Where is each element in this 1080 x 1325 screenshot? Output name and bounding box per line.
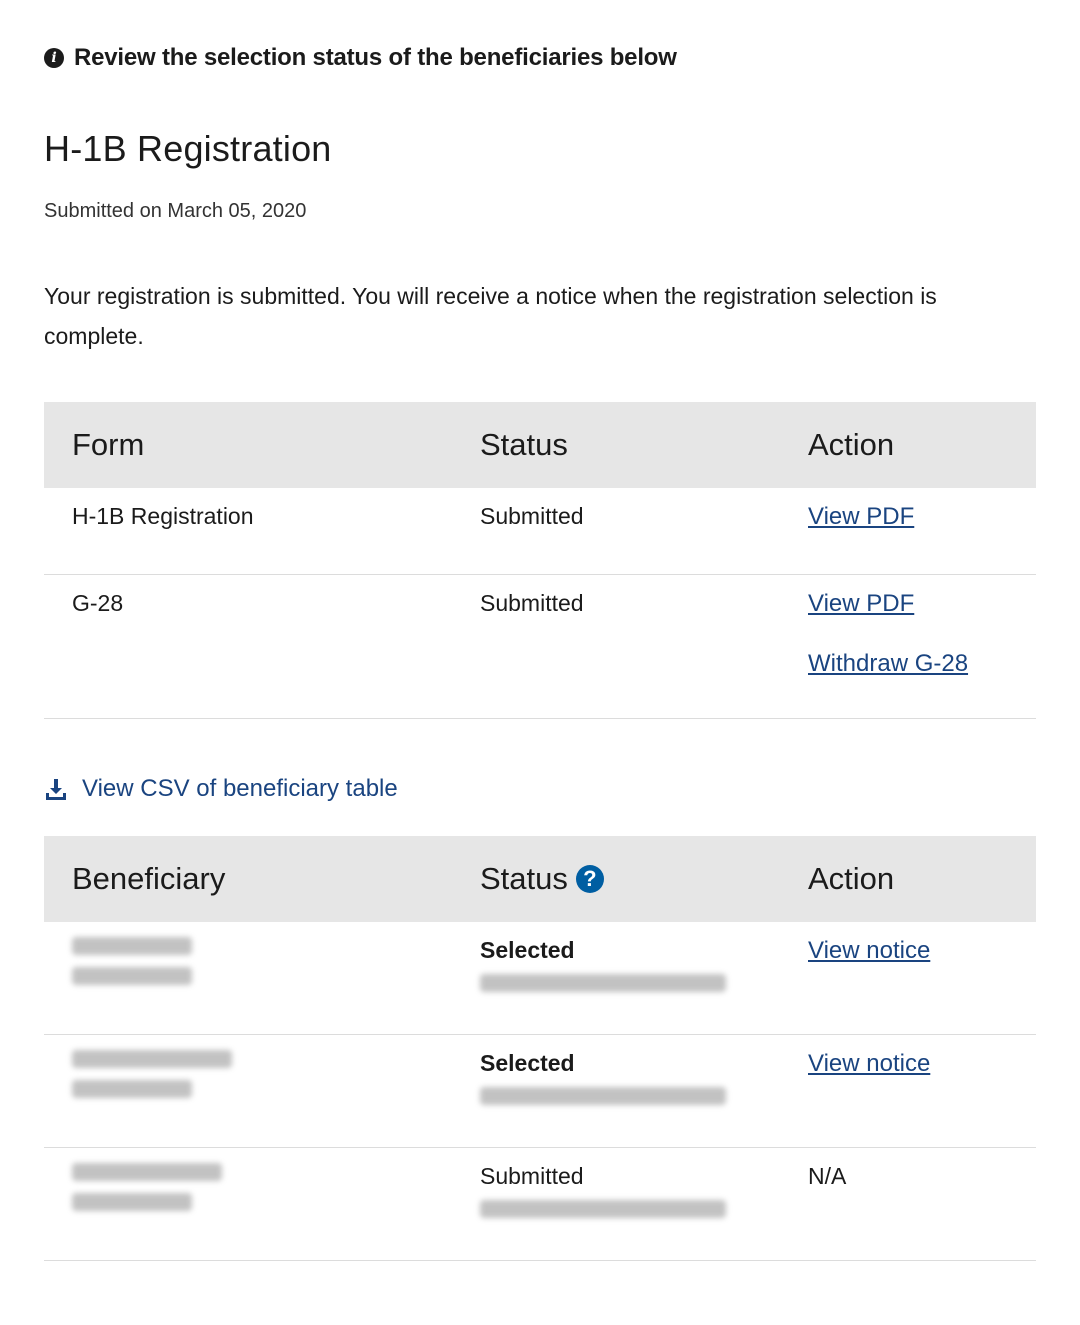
- submitted-date: Submitted on March 05, 2020: [44, 200, 307, 222]
- redacted-dob: [72, 1193, 192, 1211]
- redacted-receipt-number: [480, 974, 726, 992]
- redacted-name: [72, 1163, 222, 1181]
- forms-table: Form Status Action H-1B Registration Sub…: [44, 402, 1036, 719]
- redacted-name: [72, 937, 192, 955]
- view-pdf-link[interactable]: View PDF: [808, 590, 914, 618]
- withdraw-g28-link[interactable]: Withdraw G-28: [808, 650, 968, 678]
- beneficiary-info-redacted: [72, 922, 480, 985]
- form-status: Submitted: [480, 590, 584, 616]
- beneficiary-info-redacted: [72, 1148, 480, 1211]
- view-csv-link[interactable]: View CSV of beneficiary table: [44, 775, 398, 803]
- table-row: Selected View notice: [44, 922, 1036, 1035]
- column-header-action: Action: [808, 836, 1036, 922]
- column-header-status: Status?: [480, 836, 808, 922]
- redacted-receipt-number: [480, 1200, 726, 1218]
- registration-notice: Your registration is submitted. You will…: [44, 283, 937, 349]
- page-title: H-1B Registration: [44, 128, 332, 169]
- action-not-available: N/A: [808, 1163, 847, 1189]
- beneficiary-status: Submitted: [480, 1163, 584, 1189]
- table-row: Selected View notice: [44, 1034, 1036, 1148]
- column-header-status: Status: [480, 402, 808, 488]
- info-banner-text: Review the selection status of the benef…: [74, 44, 677, 71]
- form-name: H-1B Registration: [72, 503, 254, 529]
- info-banner: i Review the selection status of the ben…: [44, 44, 677, 72]
- redacted-name: [72, 1050, 232, 1068]
- column-header-beneficiary: Beneficiary: [44, 836, 480, 922]
- redacted-dob: [72, 967, 192, 985]
- table-row: H-1B Registration Submitted View PDF: [44, 488, 1036, 575]
- view-csv-label[interactable]: View CSV of beneficiary table: [82, 775, 398, 803]
- table-row: Submitted N/A: [44, 1147, 1036, 1261]
- redacted-dob: [72, 1080, 192, 1098]
- help-icon[interactable]: ?: [575, 865, 604, 893]
- column-header-action: Action: [808, 402, 1036, 488]
- view-notice-link[interactable]: View notice: [808, 937, 930, 965]
- view-pdf-link[interactable]: View PDF: [808, 503, 914, 531]
- beneficiary-status: Selected: [480, 937, 575, 963]
- form-status: Submitted: [480, 503, 584, 529]
- beneficiary-table: Beneficiary Status? Action Selected View…: [44, 836, 1036, 1261]
- form-name: G-28: [72, 590, 124, 616]
- column-header-status-label: Status: [480, 861, 568, 896]
- download-icon: [46, 779, 66, 800]
- beneficiary-info-redacted: [72, 1035, 480, 1098]
- forms-table-header: Form Status Action: [44, 402, 1036, 488]
- info-icon: i: [44, 48, 64, 68]
- beneficiary-table-header: Beneficiary Status? Action: [44, 836, 1036, 922]
- view-notice-link[interactable]: View notice: [808, 1050, 930, 1078]
- table-row: G-28 Submitted View PDF Withdraw G-28: [44, 574, 1036, 719]
- beneficiary-status: Selected: [480, 1050, 575, 1076]
- column-header-form: Form: [44, 402, 480, 488]
- redacted-receipt-number: [480, 1087, 726, 1105]
